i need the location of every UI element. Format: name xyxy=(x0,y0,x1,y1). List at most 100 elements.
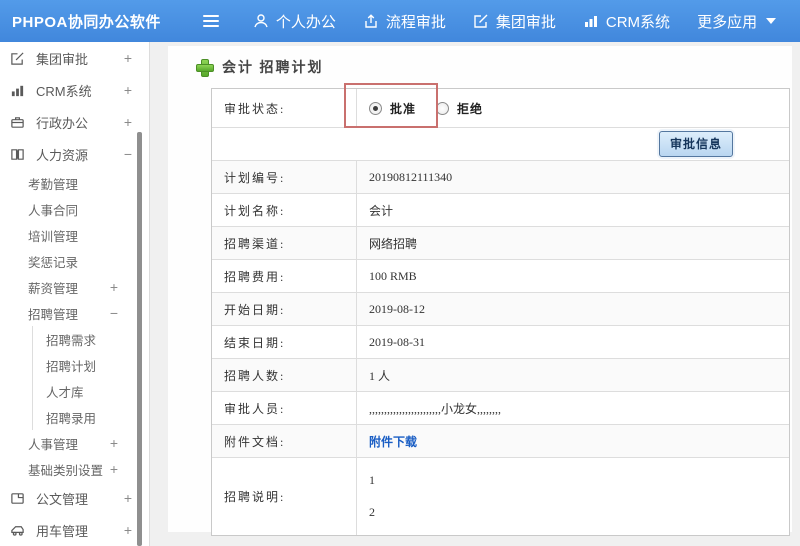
expand-icon[interactable]: + xyxy=(124,490,132,506)
content-panel: 会计 招聘计划 审批状态: 批准 拒绝 审批信息 计划编号: 201908121… xyxy=(168,46,792,536)
sidebar-item-document-mgmt[interactable]: 公文管理 + xyxy=(0,482,149,514)
edit-icon xyxy=(10,51,27,66)
expand-icon[interactable]: + xyxy=(110,461,118,477)
bar-chart-icon xyxy=(10,83,27,98)
table-row-recruit-channel: 招聘渠道: 网络招聘 xyxy=(212,227,789,260)
field-label: 结束日期: xyxy=(212,326,357,358)
sidebar-item-label: 培训管理 xyxy=(28,229,79,244)
caret-down-icon xyxy=(766,18,777,24)
sidebar-item-talent-pool[interactable]: 人才库 xyxy=(32,378,149,404)
document-icon xyxy=(10,491,27,506)
nav-item-label: 流程审批 xyxy=(385,13,446,31)
radio-label: 拒绝 xyxy=(457,101,484,116)
field-label: 附件文档: xyxy=(212,425,357,457)
sidebar-item-label: 人事管理 xyxy=(28,437,79,452)
radio-approve[interactable]: 批准 xyxy=(369,100,416,117)
top-navigation-bar: PHPOA协同办公软件 个人办公 流程审批 集团审批 CRM系统 更多应用 xyxy=(0,0,800,42)
sidebar-item-crm[interactable]: CRM系统 + xyxy=(0,74,149,106)
recruit-plan-detail-table: 审批状态: 批准 拒绝 审批信息 计划编号: 20190812111340 计划… xyxy=(211,88,790,536)
nav-workflow-approval[interactable]: 流程审批 xyxy=(363,11,446,32)
attachment-download-link[interactable]: 附件下载 xyxy=(369,435,417,449)
sidebar-item-label: 人才库 xyxy=(46,385,84,400)
sidebar-item-recruit-plan[interactable]: 招聘计划 xyxy=(32,352,149,378)
sidebar-item-label: 人力资源 xyxy=(36,147,89,163)
field-value: 会计 xyxy=(369,203,394,218)
book-icon xyxy=(10,147,27,162)
expand-icon[interactable]: + xyxy=(124,50,132,66)
radio-reject[interactable]: 拒绝 xyxy=(436,100,483,117)
top-nav-menu: 个人办公 流程审批 集团审批 CRM系统 更多应用 xyxy=(253,11,777,32)
radio-unselected-icon[interactable] xyxy=(436,101,450,115)
nav-item-label: 个人办公 xyxy=(275,13,336,31)
sidebar-item-recruit-demand[interactable]: 招聘需求 xyxy=(32,326,149,352)
field-label: 开始日期: xyxy=(212,293,357,325)
menu-toggle-icon[interactable] xyxy=(202,15,219,27)
sidebar-item-base-category-settings[interactable]: 基础类别设置 + xyxy=(0,456,149,482)
sidebar-item-label: 招聘录用 xyxy=(46,411,97,426)
approval-info-button[interactable]: 审批信息 xyxy=(658,131,733,157)
sidebar-item-group-approval[interactable]: 集团审批 + xyxy=(0,42,149,74)
sidebar-item-label: 招聘需求 xyxy=(46,333,97,348)
collapse-icon[interactable]: − xyxy=(110,305,118,321)
sidebar-item-attendance-mgmt[interactable]: 考勤管理 xyxy=(0,170,149,196)
sidebar-item-reward-punishment[interactable]: 奖惩记录 xyxy=(0,248,149,274)
edit-icon xyxy=(473,13,489,29)
nav-item-label: CRM系统 xyxy=(605,13,671,31)
collapse-icon[interactable]: − xyxy=(124,146,132,162)
sidebar-item-label: CRM系统 xyxy=(36,83,92,99)
radio-selected-icon[interactable] xyxy=(369,101,382,115)
radio-label: 批准 xyxy=(390,101,417,116)
sidebar-item-label: 招聘管理 xyxy=(28,307,79,322)
table-row-recruit-cost: 招聘费用: 100 RMB xyxy=(212,260,789,293)
description-line: 1 xyxy=(369,473,375,488)
nav-group-approval[interactable]: 集团审批 xyxy=(473,11,556,32)
sidebar-item-label: 公文管理 xyxy=(36,491,89,507)
sidebar-item-salary-mgmt[interactable]: 薪资管理 + xyxy=(0,274,149,300)
user-icon xyxy=(253,13,269,29)
table-row-end-date: 结束日期: 2019-08-31 xyxy=(212,326,789,359)
nav-personal-office[interactable]: 个人办公 xyxy=(253,11,336,32)
sidebar-item-recruit-mgmt[interactable]: 招聘管理 − xyxy=(0,300,149,326)
expand-icon[interactable]: + xyxy=(124,114,132,130)
field-label: 计划名称: xyxy=(212,194,357,226)
sidebar-item-recruit-hiring[interactable]: 招聘录用 xyxy=(32,404,149,430)
sidebar-item-label: 用车管理 xyxy=(36,523,89,539)
field-label: 计划编号: xyxy=(212,161,357,193)
table-row-start-date: 开始日期: 2019-08-12 xyxy=(212,293,789,326)
page-title-text: 会计 招聘计划 xyxy=(222,61,324,76)
sidebar-item-vehicle-mgmt[interactable]: 用车管理 + xyxy=(0,514,149,546)
add-plus-icon[interactable] xyxy=(196,59,214,77)
table-row-plan-number: 计划编号: 20190812111340 xyxy=(212,161,789,194)
table-row-button: 审批信息 xyxy=(212,128,789,161)
field-label: 招聘说明: xyxy=(212,458,357,535)
car-icon xyxy=(10,523,27,538)
field-value: 1 2 xyxy=(357,459,789,533)
field-label: 招聘费用: xyxy=(212,260,357,292)
expand-icon[interactable]: + xyxy=(124,522,132,538)
sidebar-item-label: 基础类别设置 xyxy=(28,463,104,478)
approval-status-radio-group: 批准 拒绝 xyxy=(369,100,781,117)
table-row-recruit-description: 招聘说明: 1 2 xyxy=(212,458,789,535)
briefcase-icon xyxy=(10,115,27,130)
nav-more-apps[interactable]: 更多应用 xyxy=(697,11,777,32)
expand-icon[interactable]: + xyxy=(124,82,132,98)
sidebar-scrollbar[interactable] xyxy=(137,132,142,546)
field-label: 审批人员: xyxy=(212,392,357,424)
sidebar-item-hr-contract[interactable]: 人事合同 xyxy=(0,196,149,222)
sidebar-item-training-mgmt[interactable]: 培训管理 xyxy=(0,222,149,248)
field-label: 审批状态: xyxy=(212,89,357,127)
sidebar-item-admin-office[interactable]: 行政办公 + xyxy=(0,106,149,138)
expand-icon[interactable]: + xyxy=(110,435,118,451)
field-value: 1 人 xyxy=(369,368,391,383)
table-row-plan-name: 计划名称: 会计 xyxy=(212,194,789,227)
field-value: ,,,,,,,,,,,,,,,,,,,,,,,,小龙女,,,,,,,, xyxy=(369,401,502,416)
field-label: 招聘人数: xyxy=(212,359,357,391)
table-row-approvers: 审批人员: ,,,,,,,,,,,,,,,,,,,,,,,,小龙女,,,,,,,… xyxy=(212,392,789,425)
sidebar-item-human-resources[interactable]: 人力资源 − xyxy=(0,138,149,170)
field-value: 20190812111340 xyxy=(369,169,453,184)
expand-icon[interactable]: + xyxy=(110,279,118,295)
sidebar-menu: 集团审批 + CRM系统 + 行政办公 + 人力资源 − 考勤管理 人事合同 培… xyxy=(0,42,150,546)
nav-crm-system[interactable]: CRM系统 xyxy=(583,11,670,32)
sidebar-item-personnel-mgmt[interactable]: 人事管理 + xyxy=(0,430,149,456)
nav-item-label: 更多应用 xyxy=(697,13,758,31)
